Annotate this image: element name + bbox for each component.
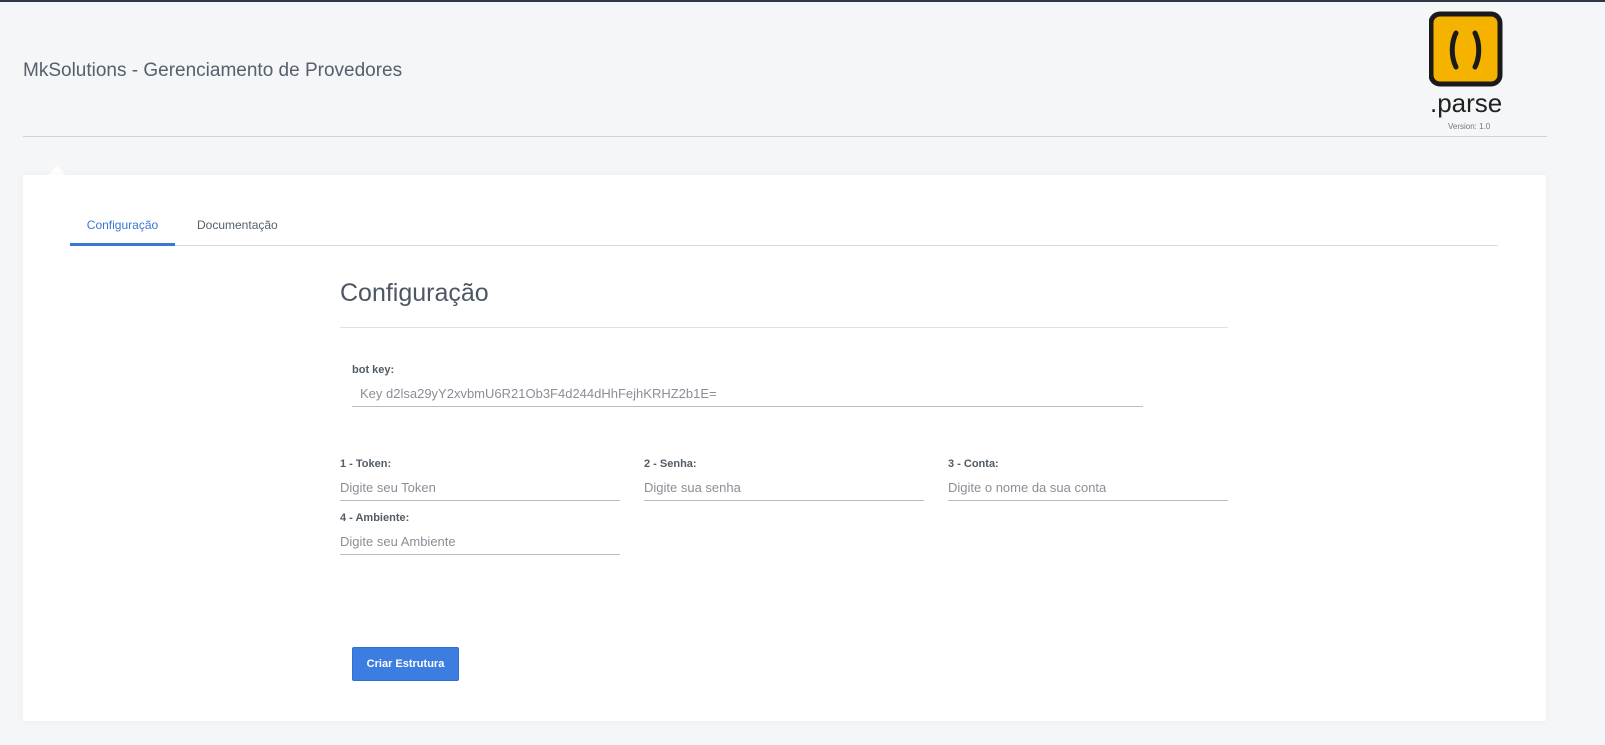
- criar-estrutura-button[interactable]: Criar Estrutura: [352, 647, 459, 681]
- page-title: MkSolutions - Gerenciamento de Provedore…: [23, 60, 403, 81]
- tab-bar: Configuração Documentação: [70, 215, 1498, 246]
- token-input[interactable]: [340, 475, 620, 501]
- bot-key-input[interactable]: [352, 381, 1143, 407]
- token-label: 1 - Token:: [340, 458, 392, 470]
- parse-logo: .parse Version: 1.0: [1429, 11, 1509, 131]
- ambiente-input[interactable]: [340, 529, 620, 555]
- senha-label: 2 - Senha:: [644, 458, 697, 470]
- senha-input[interactable]: [644, 475, 924, 501]
- tab-configuracao[interactable]: Configuração: [70, 215, 175, 246]
- main-card: Configuração Documentação Configuração b…: [23, 175, 1546, 721]
- tab-documentacao[interactable]: Documentação: [197, 215, 287, 246]
- section-title: Configuração: [340, 279, 489, 307]
- bot-key-label: bot key:: [352, 364, 395, 376]
- ambiente-label: 4 - Ambiente:: [340, 512, 410, 524]
- section-divider: [340, 327, 1228, 328]
- version-label: Version: 1.0: [1448, 122, 1491, 131]
- conta-label: 3 - Conta:: [948, 458, 999, 470]
- parse-logo-icon: [1429, 11, 1503, 87]
- conta-input[interactable]: [948, 475, 1228, 501]
- header-divider: [23, 136, 1547, 137]
- card-pointer: [48, 166, 66, 175]
- logo-text: .parse: [1430, 88, 1503, 118]
